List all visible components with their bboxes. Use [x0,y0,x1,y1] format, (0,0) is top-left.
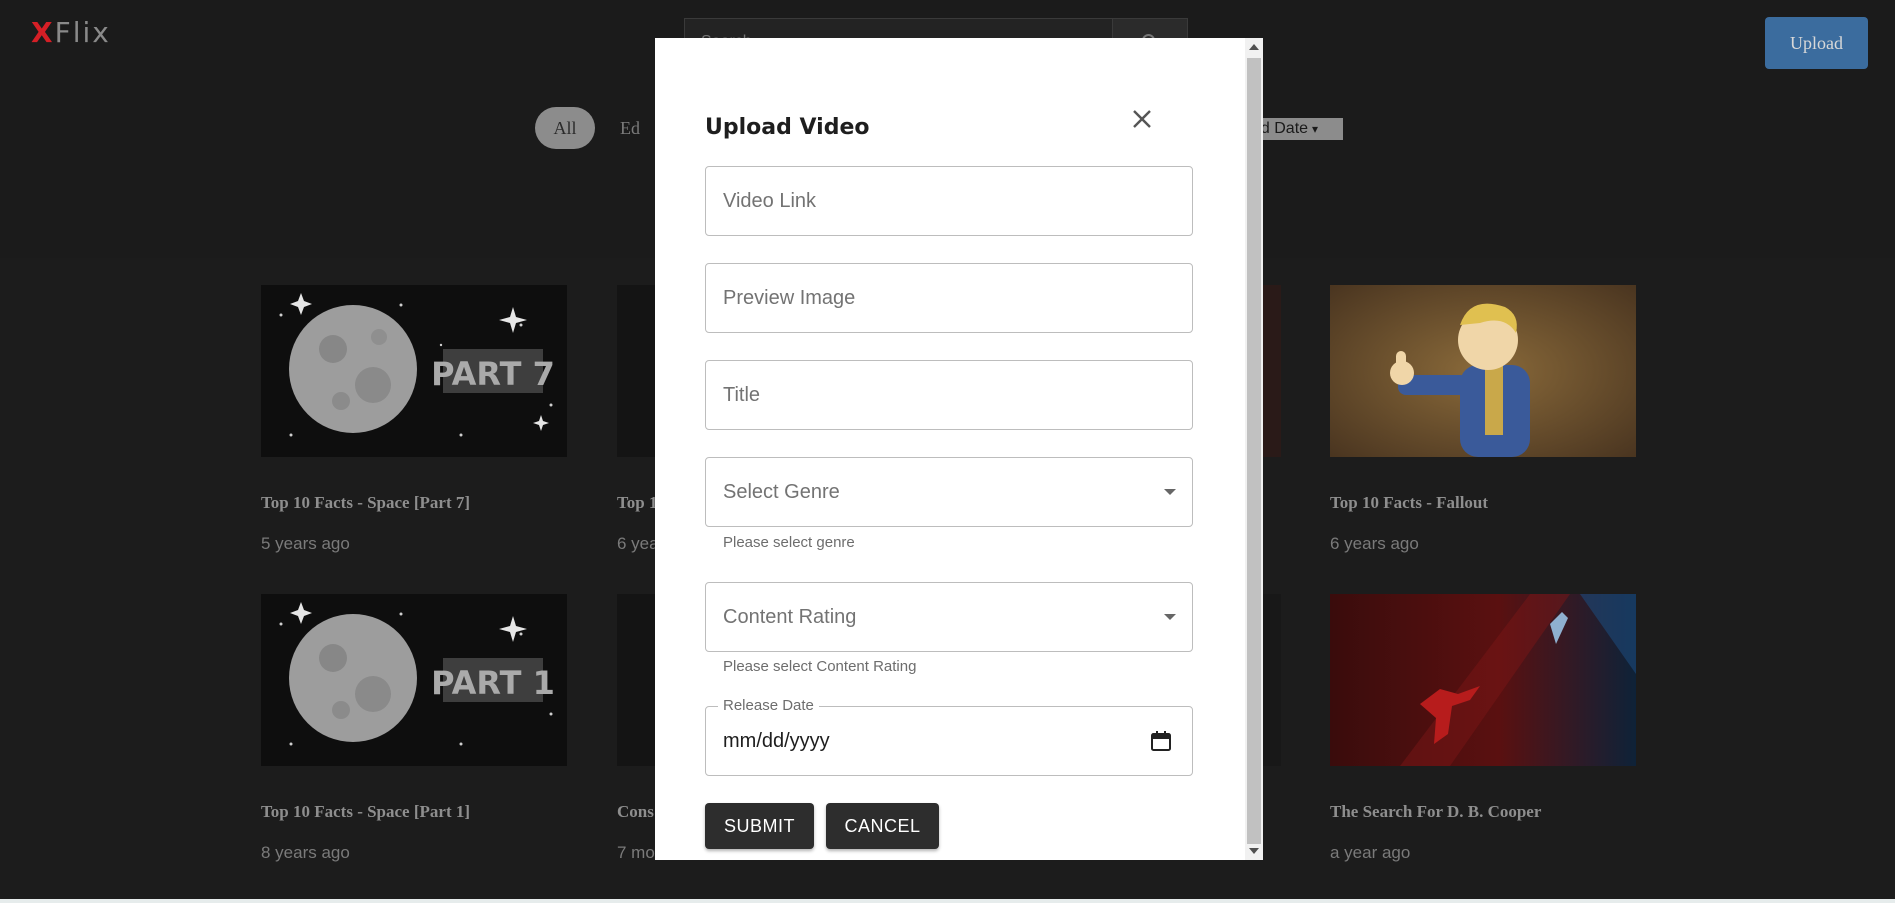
calendar-icon[interactable] [1150,730,1172,752]
close-icon [1133,110,1151,128]
scrollbar-thumb[interactable] [1247,58,1261,844]
content-rating-helper-text: Please select Content Rating [723,658,917,675]
submit-button[interactable]: SUBMIT [705,803,814,849]
genre-placeholder: Select Genre [723,481,840,503]
genre-helper-text: Please select genre [723,534,855,551]
genre-select[interactable]: Select Genre [705,457,1193,527]
video-link-placeholder: Video Link [723,190,817,212]
preview-image-field[interactable]: Preview Image [705,263,1193,333]
scroll-down-arrow-icon[interactable] [1249,848,1259,854]
modal-scrollbar[interactable] [1245,38,1263,860]
preview-image-placeholder: Preview Image [723,287,856,309]
release-date-field[interactable]: Release Date mm/dd/yyyy [705,697,1193,776]
title-field[interactable]: Title [705,360,1193,430]
video-link-field[interactable]: Video Link [705,166,1193,236]
release-date-label: Release Date [718,697,819,714]
scroll-up-arrow-icon[interactable] [1249,44,1259,50]
modal-title: Upload Video [705,115,870,140]
content-rating-select[interactable]: Content Rating [705,582,1193,652]
dropdown-arrow-icon [1164,614,1176,620]
dropdown-arrow-icon [1164,489,1176,495]
upload-video-modal: Upload Video Video Link Preview Image Ti… [655,38,1263,860]
close-button[interactable] [1127,104,1157,134]
content-rating-placeholder: Content Rating [723,606,857,628]
title-placeholder: Title [723,384,761,406]
release-date-value: mm/dd/yyyy [723,730,830,752]
cancel-button[interactable]: CANCEL [826,803,939,849]
